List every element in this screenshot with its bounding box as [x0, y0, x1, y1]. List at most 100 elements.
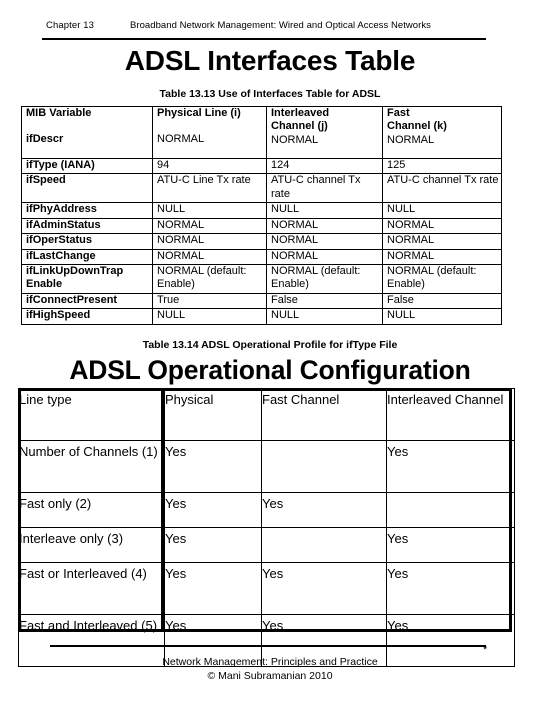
table-row: ifAdminStatus NORMAL NORMAL NORMAL — [21, 217, 502, 235]
variable-label: ifPhyAddress — [26, 203, 97, 216]
page-title-interfaces: ADSL Interfaces Table — [124, 45, 416, 76]
slide-header: Chapter 13 Broadband Network Management:… — [0, 18, 540, 40]
cell-variable: ifPhyAddress — [21, 202, 153, 219]
cell-physical-line: NORMAL — [152, 248, 267, 266]
header-cell-interleaved-channel: Interleaved Channel (j) NORMAL — [266, 106, 383, 159]
cell-fast-channel — [261, 440, 387, 493]
cell-variable: ifLastChange — [21, 248, 153, 266]
table-row: Interleave only (3) Yes Yes — [18, 527, 515, 563]
table-caption-13-14: Table 13.14 ADSL Operational Profile for… — [142, 339, 398, 351]
variable-label: ifType (IANA) — [26, 159, 95, 171]
operational-table-frame-top — [18, 388, 512, 391]
page-title-operational: ADSL Operational Configuration — [69, 355, 471, 385]
cell-physical-line: 94 — [152, 157, 267, 175]
cell-physical: Yes — [164, 527, 262, 563]
header-label-physical-line: Physical Line (i) — [157, 107, 241, 120]
variable-label: ifLastChange — [26, 249, 96, 262]
table-row: ifConnectPresent True False False — [21, 293, 502, 310]
cell-physical: Yes — [164, 492, 262, 528]
cell-interleaved-channel: Yes — [386, 562, 515, 615]
cell-fast-channel: False — [382, 293, 502, 310]
cell-fast-channel: NORMAL — [382, 248, 502, 266]
cell-ifdescr-physical-line: NORMAL — [157, 133, 205, 146]
cell-physical: Yes — [164, 562, 262, 615]
table-row: ifType (IANA) 94 124 125 — [21, 157, 502, 175]
variable-label: ifConnectPresent — [26, 294, 118, 307]
table-header-row: MIB Variable ifDescr Physical Line (i) N… — [21, 106, 502, 159]
cell-interleaved-channel: NORMAL — [266, 217, 383, 235]
cell-physical-line: NORMAL — [152, 233, 267, 250]
cell-variable: ifLinkUpDownTrap Enable — [21, 264, 153, 295]
header-label-fast-line1: Fast — [387, 107, 410, 120]
cell-physical-line: NORMAL — [152, 217, 267, 235]
cell-ifdescr-interleaved-channel: NORMAL — [271, 133, 319, 146]
operational-table-body: Line type Physical Fast Channel Interlea… — [18, 388, 515, 667]
header-cell-line-type: Line type — [18, 388, 165, 441]
header-cell-mib-variable: MIB Variable ifDescr — [21, 106, 153, 159]
cell-fast-channel: NORMAL — [382, 217, 502, 235]
header-label-interleaved-line2: Channel (j) — [271, 120, 328, 133]
cell-line-type: Interleave only (3) — [18, 527, 165, 563]
cell-fast-channel — [261, 527, 387, 563]
footer-line-1: Network Management: Principles and Pract… — [162, 656, 378, 668]
cell-interleaved-channel: NORMAL (default: Enable) — [266, 264, 383, 295]
cell-interleaved-channel: Yes — [386, 440, 515, 493]
cell-physical-line: ATU-C Line Tx rate — [152, 173, 267, 204]
cell-fast-channel: Yes — [261, 562, 387, 615]
cell-interleaved-channel: False — [266, 293, 383, 310]
cell-interleaved-channel: NULL — [266, 308, 383, 325]
cell-physical-line: NULL — [152, 202, 267, 219]
cell-ifdescr-fast-channel: NORMAL — [387, 133, 435, 146]
interfaces-table-body: MIB Variable ifDescr Physical Line (i) N… — [21, 106, 502, 325]
variable-label: ifLinkUpDownTrap Enable — [26, 265, 124, 291]
cell-variable: ifHighSpeed — [21, 308, 153, 325]
header-divider — [42, 38, 486, 40]
cell-interleaved-channel: ATU-C channel Tx rate — [266, 173, 383, 204]
cell-fast-channel: Yes — [261, 492, 387, 528]
variable-label: ifHighSpeed — [26, 309, 91, 322]
cell-variable: ifSpeed — [21, 173, 153, 204]
cell-physical: Yes — [164, 440, 262, 493]
table-row: ifSpeed ATU-C Line Tx rate ATU-C channel… — [21, 173, 502, 204]
cell-physical-line: True — [152, 293, 267, 310]
cell-interleaved-channel: Yes — [386, 527, 515, 563]
table-header-row: Line type Physical Fast Channel Interlea… — [18, 388, 515, 441]
header-cell-fast-channel: Fast Channel — [261, 388, 387, 441]
header-cell-interleaved-channel: Interleaved Channel — [386, 388, 515, 441]
footer-divider — [50, 645, 486, 647]
header-cell-physical-line: Physical Line (i) NORMAL — [152, 106, 267, 159]
operational-table-frame-right — [509, 388, 512, 632]
cell-fast-channel: 125 — [382, 157, 502, 175]
cell-fast-channel: NULL — [382, 308, 502, 325]
operational-table-frame-left — [18, 388, 21, 632]
cell-line-type: Number of Channels (1) — [18, 440, 165, 493]
operational-table: Line type Physical Fast Channel Interlea… — [18, 388, 515, 667]
cell-interleaved-channel: 124 — [266, 157, 383, 175]
table-row: ifLastChange NORMAL NORMAL NORMAL — [21, 248, 502, 266]
footer-line-2: © Mani Subramanian 2010 — [207, 670, 333, 682]
table-row: Fast only (2) Yes Yes — [18, 492, 515, 528]
cell-line-type: Fast only (2) — [18, 492, 165, 528]
cell-variable: ifAdminStatus — [21, 217, 153, 235]
header-cell-physical: Physical — [164, 388, 262, 441]
header-label-interleaved-line1: Interleaved — [271, 107, 330, 120]
cell-variable: ifType (IANA) — [21, 157, 153, 175]
table-row: ifPhyAddress NULL NULL NULL — [21, 202, 502, 219]
header-cell-fast-channel: Fast Channel (k) NORMAL — [382, 106, 502, 159]
cell-fast-channel: NORMAL (default: Enable) — [382, 264, 502, 295]
table-row: ifHighSpeed NULL NULL NULL — [21, 308, 502, 325]
header-label-mib-variable: MIB Variable — [26, 107, 92, 120]
cell-interleaved-channel: NORMAL — [266, 248, 383, 266]
cell-interleaved-channel — [386, 492, 515, 528]
cell-fast-channel: NULL — [382, 202, 502, 219]
cell-physical-line: NULL — [152, 308, 267, 325]
cell-variable: ifOperStatus — [21, 233, 153, 250]
operational-table-frame-bottom — [18, 629, 512, 632]
header-spacer — [157, 120, 266, 133]
cell-fast-channel: NORMAL — [382, 233, 502, 250]
table-row: Number of Channels (1) Yes Yes — [18, 440, 515, 493]
cell-fast-channel: ATU-C channel Tx rate — [382, 173, 502, 204]
cell-interleaved-channel: NORMAL — [266, 233, 383, 250]
table-row: ifOperStatus NORMAL NORMAL NORMAL — [21, 233, 502, 250]
variable-label: ifSpeed — [26, 174, 66, 187]
